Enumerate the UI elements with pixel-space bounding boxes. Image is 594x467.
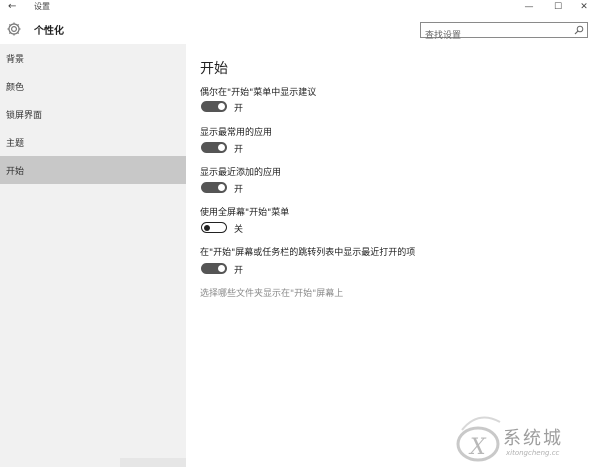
sidebar-item-label: 开始 <box>6 167 25 177</box>
choose-folders-link[interactable]: 选择哪些文件夹显示在"开始"屏幕上 <box>200 286 343 299</box>
toggle-most-used[interactable] <box>201 142 227 153</box>
title-bar: ← 设置 — ☐ ✕ <box>0 0 594 14</box>
toggle-recently-added[interactable] <box>201 182 227 193</box>
toggle-state-label: 开 <box>234 185 244 195</box>
svg-text:X: X <box>468 435 487 460</box>
sidebar-item-colors[interactable]: 颜色 <box>0 72 186 100</box>
setting-label-jump-lists: 在"开始"屏幕或任务栏的跳转列表中显示最近打开的项 <box>200 248 416 258</box>
main-panel: 开始 偶尔在"开始"菜单中显示建议 开 显示最常用的应用 开 显示最近添加的应用… <box>186 44 594 467</box>
sidebar-item-start[interactable]: 开始 <box>0 156 186 184</box>
sidebar-item-label: 主题 <box>6 139 25 149</box>
sidebar-item-label: 锁屏界面 <box>6 111 43 121</box>
toggle-fullscreen-start[interactable] <box>201 222 227 233</box>
search-input[interactable] <box>421 29 565 43</box>
section-title: 个性化 <box>34 26 64 37</box>
sidebar-item-label: 颜色 <box>6 83 25 93</box>
setting-label-suggestions: 偶尔在"开始"菜单中显示建议 <box>200 88 317 98</box>
toggle-jump-lists[interactable] <box>201 263 227 274</box>
sidebar-item-lock-screen[interactable]: 锁屏界面 <box>0 100 186 128</box>
minimize-button[interactable]: — <box>516 0 542 14</box>
search-box[interactable] <box>420 22 588 43</box>
sidebar-item-themes[interactable]: 主题 <box>0 128 186 156</box>
window-title: 设置 <box>34 2 50 11</box>
back-arrow-icon[interactable]: ← <box>8 0 16 14</box>
toggle-state-label: 开 <box>234 104 244 114</box>
toggle-suggestions[interactable] <box>201 101 227 112</box>
search-icon[interactable] <box>574 25 584 35</box>
page-title: 开始 <box>200 61 228 77</box>
close-button[interactable]: ✕ <box>571 0 594 14</box>
sidebar-item-background[interactable]: 背景 <box>0 44 186 72</box>
toggle-state-label: 关 <box>234 225 244 235</box>
sidebar: 背景 颜色 锁屏界面 主题 开始 <box>0 44 186 467</box>
watermark-url: xitongcheng.cc <box>506 449 560 457</box>
setting-label-recently-added: 显示最近添加的应用 <box>200 168 282 178</box>
watermark-text: 系统城 <box>503 428 563 449</box>
setting-label-most-used: 显示最常用的应用 <box>200 128 273 138</box>
sidebar-item-label: 背景 <box>6 55 25 65</box>
sidebar-footer-strip <box>120 458 186 467</box>
toggle-state-label: 开 <box>234 145 244 155</box>
maximize-button[interactable]: ☐ <box>545 0 571 14</box>
toggle-state-label: 开 <box>234 266 244 276</box>
setting-label-fullscreen-start: 使用全屏幕"开始"菜单 <box>200 208 290 218</box>
header: 个性化 <box>0 14 594 44</box>
gear-icon <box>7 22 21 36</box>
